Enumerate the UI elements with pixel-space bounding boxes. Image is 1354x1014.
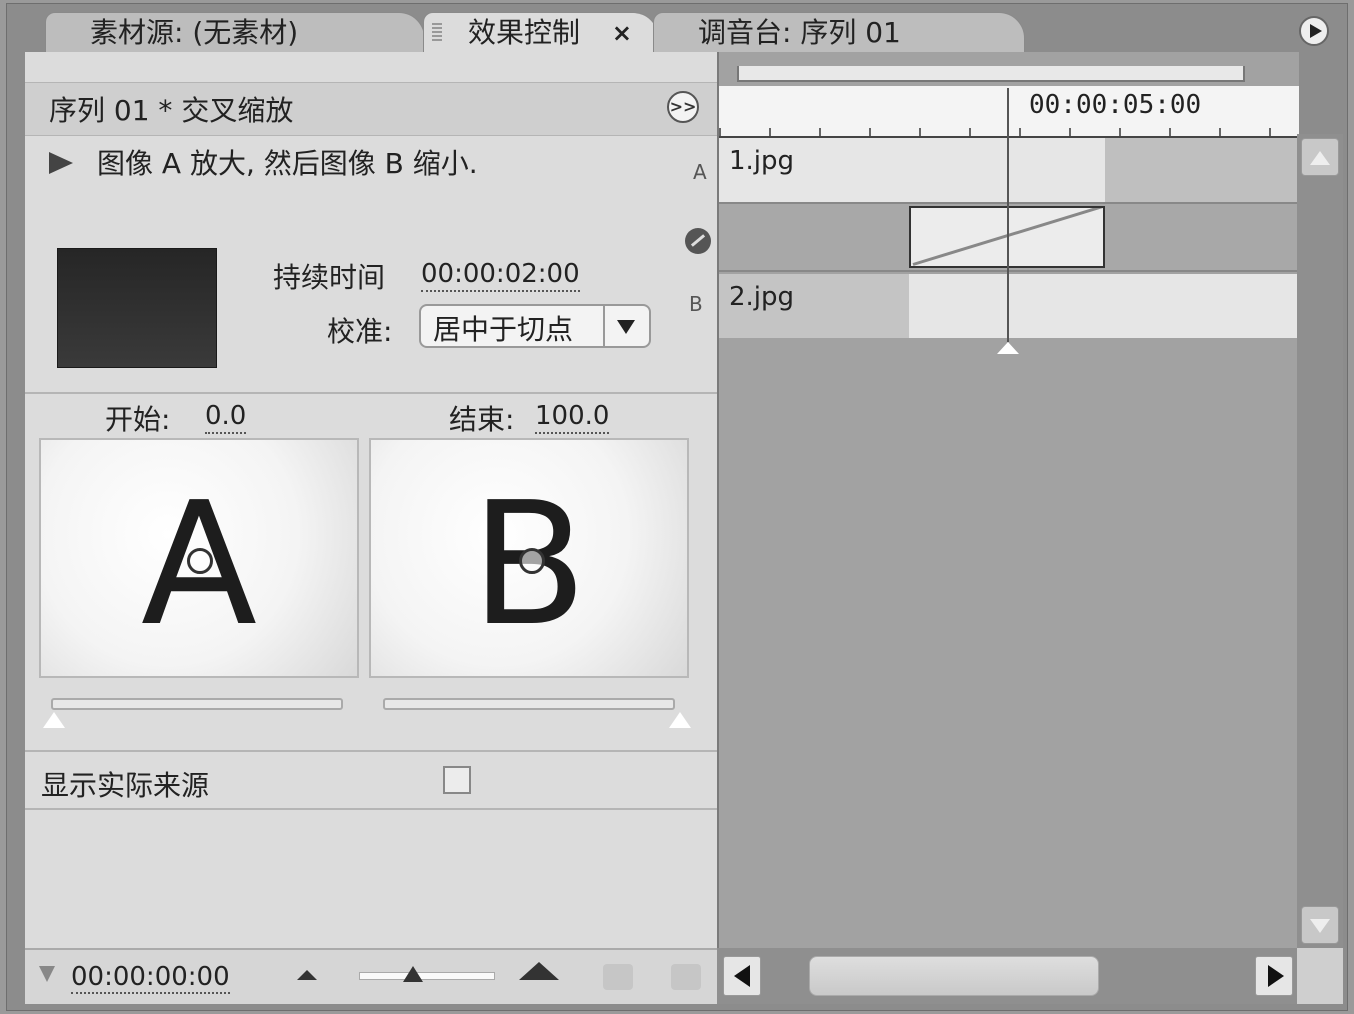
effect-settings-panel: 序列 01 * 交叉缩放 >> 图像 A 放大, 然后图像 B 缩小. A B … [25, 52, 717, 948]
center-point-handle[interactable] [187, 548, 213, 574]
end-thumbnail: B [369, 438, 689, 678]
start-label: 开始: [105, 403, 171, 436]
time-ruler[interactable]: 00:00:05:00 [719, 86, 1299, 139]
zoom-slider-handle[interactable] [403, 966, 423, 982]
duration-label: 持续时间 [273, 261, 386, 294]
scroll-left-icon[interactable] [723, 956, 761, 996]
tab-label: 调音台: 序列 01 [698, 16, 901, 49]
panel-menu-icon[interactable] [1299, 16, 1329, 46]
effect-description: 图像 A 放大, 然后图像 B 缩小. [97, 147, 478, 180]
zoom-out-icon[interactable] [297, 970, 317, 980]
start-slider[interactable] [51, 698, 343, 710]
show-actual-sources-label: 显示实际来源 [41, 769, 210, 802]
show-actual-sources-checkbox[interactable] [443, 766, 471, 794]
start-value[interactable]: 0.0 [205, 400, 247, 434]
track-b-label: B [689, 292, 703, 316]
bottom-toolbar: 00:00:00:00 [25, 948, 717, 1004]
scroll-down-icon[interactable] [1301, 906, 1339, 944]
divider [25, 392, 717, 394]
toggle-timeline-icon[interactable]: >> [667, 91, 699, 123]
effect-controls-window: 素材源: (无素材) 效果控制 × 调音台: 序列 01 序列 01 * 交叉缩… [6, 3, 1348, 1011]
transition-preview [57, 248, 217, 368]
tab-effect-controls[interactable]: 效果控制 × [423, 12, 659, 52]
tab-source[interactable]: 素材源: (无素材) [45, 12, 425, 52]
current-time[interactable]: 00:00:00:00 [71, 962, 230, 994]
divider [25, 808, 717, 810]
alignment-select[interactable]: 居中于切点 [419, 304, 651, 348]
play-preview-icon[interactable] [49, 152, 73, 174]
work-area-bar[interactable] [737, 66, 1245, 82]
clip-a-name: 1.jpg [729, 146, 795, 176]
effect-title: 序列 01 * 交叉缩放 [49, 94, 294, 127]
scroll-corner [1297, 948, 1343, 1004]
play-audio-icon [603, 964, 633, 990]
alignment-value: 居中于切点 [433, 313, 574, 346]
divider [25, 750, 717, 752]
scroll-right-icon[interactable] [1255, 956, 1293, 996]
duration-value[interactable]: 00:00:02:00 [421, 258, 580, 292]
zoom-slider[interactable] [359, 972, 495, 980]
scroll-thumb[interactable] [809, 956, 1099, 996]
ruler-ticks [719, 128, 1299, 136]
tab-label: 素材源: (无素材) [90, 16, 299, 49]
playhead-line[interactable] [1007, 88, 1009, 342]
close-icon[interactable]: × [612, 13, 632, 53]
zoom-in-icon[interactable] [519, 962, 559, 980]
panel-tab-bar: 素材源: (无素材) 效果控制 × 调音台: 序列 01 [7, 4, 1347, 52]
filter-icon[interactable] [39, 966, 55, 982]
end-value[interactable]: 100.0 [535, 400, 610, 434]
swap-direction-icon[interactable] [685, 228, 711, 254]
scroll-up-icon[interactable] [1301, 138, 1339, 176]
align-label: 校准: [327, 315, 393, 348]
playhead-marker-icon[interactable] [996, 341, 1020, 355]
clip-b-name: 2.jpg [729, 282, 795, 312]
start-slider-handle[interactable] [41, 710, 67, 729]
horizontal-scrollbar[interactable] [717, 948, 1297, 1004]
grip-icon[interactable] [432, 23, 442, 43]
tab-label: 效果控制 [468, 16, 581, 49]
timeline-panel: 00:00:05:00 1.jpg 2.jpg [717, 52, 1299, 948]
tab-audio-mixer[interactable]: 调音台: 序列 01 [653, 12, 1025, 52]
vertical-scrollbar[interactable] [1297, 134, 1343, 948]
end-slider[interactable] [383, 698, 675, 710]
end-label: 结束: [449, 403, 515, 436]
center-point-handle[interactable] [519, 548, 545, 574]
clip-b[interactable]: 2.jpg [719, 274, 1299, 338]
start-thumbnail: A [39, 438, 359, 678]
ruler-timecode: 00:00:05:00 [1029, 90, 1202, 120]
clip-a[interactable]: 1.jpg [719, 138, 1105, 202]
track-a-label: A [693, 160, 707, 184]
effect-header: 序列 01 * 交叉缩放 >> [25, 82, 717, 136]
end-slider-handle[interactable] [667, 710, 693, 729]
dropdown-arrow-icon[interactable] [603, 306, 649, 346]
loop-icon [671, 964, 701, 990]
